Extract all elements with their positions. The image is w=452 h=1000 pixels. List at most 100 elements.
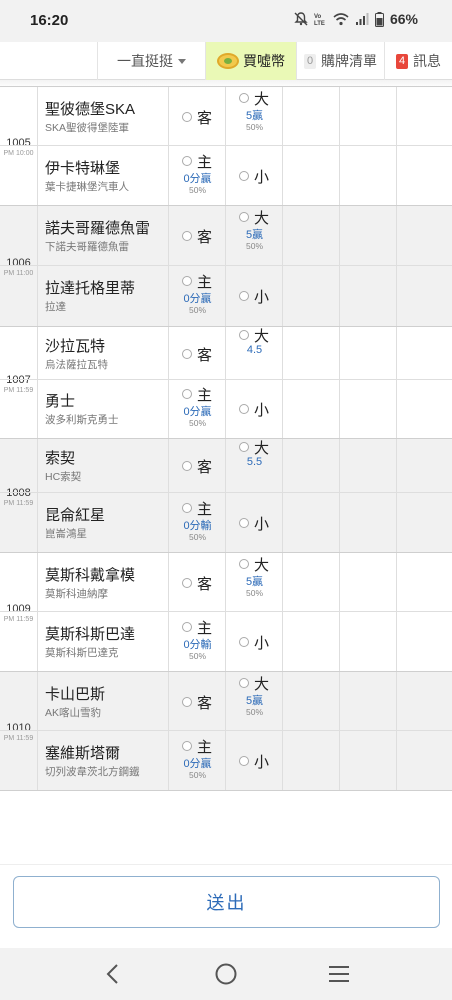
- over-odds: 5贏: [245, 109, 264, 122]
- under-radio[interactable]: [239, 755, 249, 766]
- away-side-radio[interactable]: [182, 577, 192, 588]
- home-side-radio[interactable]: [182, 155, 192, 166]
- over-option[interactable]: 大 4.5: [225, 327, 282, 379]
- home-team-name: 拉達托格里蒂: [45, 280, 136, 297]
- handicap-odds: 0分贏: [183, 757, 212, 770]
- away-team-name: 索契: [45, 450, 76, 467]
- over-radio[interactable]: [239, 677, 249, 688]
- home-side-option[interactable]: 主 0分贏 50%: [168, 266, 225, 326]
- top-tab-bar: 一直挺挺 買噓幣 0 購牌清單 4 訊息: [0, 42, 452, 80]
- messages-tab[interactable]: 4 訊息: [384, 42, 452, 80]
- away-side-radio[interactable]: [182, 696, 192, 707]
- under-radio[interactable]: [239, 170, 249, 181]
- over-percent: 50%: [245, 121, 263, 132]
- handicap-percent: 50%: [188, 769, 206, 780]
- away-side-option[interactable]: 客: [168, 672, 225, 730]
- away-side-radio[interactable]: [182, 461, 192, 471]
- handicap-odds: 0分輸: [183, 638, 212, 651]
- away-side-option[interactable]: 客: [168, 439, 225, 492]
- under-option[interactable]: 小: [225, 380, 282, 438]
- empty-cell: [282, 553, 339, 611]
- empty-cell: [339, 672, 396, 730]
- away-side-option[interactable]: 客: [168, 87, 225, 145]
- home-team-name: 勇士: [45, 393, 76, 410]
- over-radio[interactable]: [239, 329, 249, 340]
- home-team-name: 伊卡特琳堡: [45, 159, 121, 177]
- side-label: 客: [197, 575, 213, 593]
- empty-cell: [339, 380, 396, 438]
- empty-cell: [339, 327, 396, 379]
- over-radio[interactable]: [239, 442, 249, 452]
- handicap-odds: 0分輸: [183, 519, 212, 532]
- team-cell: 諾夫哥羅德魚雷 下諾夫哥羅德魚雷: [37, 206, 168, 265]
- home-side-option[interactable]: 主 0分輸 50%: [168, 493, 225, 552]
- caret-down-icon: [178, 58, 186, 64]
- home-side-radio[interactable]: [182, 389, 192, 399]
- under-label: 小: [254, 634, 270, 652]
- empty-cell: [282, 672, 339, 730]
- empty-cell: [396, 612, 452, 671]
- empty-cell: [282, 146, 339, 205]
- side-label: 主: [197, 500, 213, 518]
- away-team-subname: AK喀山雪豹: [45, 706, 102, 719]
- away-side-option[interactable]: 客: [168, 206, 225, 265]
- under-radio[interactable]: [239, 517, 249, 528]
- under-label: 小: [254, 753, 270, 771]
- home-side-radio[interactable]: [182, 621, 192, 632]
- submit-button[interactable]: 送出: [13, 876, 440, 928]
- home-icon[interactable]: [214, 962, 238, 986]
- under-option[interactable]: 小: [225, 612, 282, 671]
- wifi-icon: [333, 13, 349, 26]
- away-side-option[interactable]: 客: [168, 553, 225, 611]
- away-side-radio[interactable]: [182, 231, 192, 241]
- under-radio[interactable]: [239, 291, 249, 301]
- over-radio[interactable]: [239, 558, 249, 569]
- empty-cell: [396, 439, 452, 492]
- signal-icon: [355, 13, 369, 25]
- empty-cell: [339, 146, 396, 205]
- back-icon[interactable]: [101, 962, 125, 986]
- handicap-percent: 50%: [188, 305, 206, 315]
- over-option[interactable]: 大 5.5: [225, 439, 282, 492]
- over-radio[interactable]: [239, 212, 249, 222]
- home-side-option[interactable]: 主 0分贏 50%: [168, 146, 225, 205]
- home-team-subname: 拉達: [45, 301, 66, 313]
- home-side-radio[interactable]: [182, 740, 192, 751]
- home-side-radio[interactable]: [182, 502, 192, 513]
- under-radio[interactable]: [239, 404, 249, 414]
- side-label: 主: [197, 153, 213, 171]
- bet-list-label: 購牌清單: [321, 53, 377, 69]
- empty-cell: [396, 493, 452, 552]
- home-side-option[interactable]: 主 0分贏 50%: [168, 731, 225, 790]
- over-option[interactable]: 大 5贏 50%: [225, 672, 282, 730]
- over-option[interactable]: 大 5贏 50%: [225, 553, 282, 611]
- under-option[interactable]: 小: [225, 146, 282, 205]
- handicap-percent: 50%: [188, 531, 206, 542]
- battery-level: 66%: [389, 11, 418, 27]
- away-side-radio[interactable]: [182, 111, 192, 122]
- team-cell: 卡山巴斯 AK喀山雪豹: [37, 672, 168, 730]
- menu-icon[interactable]: [327, 962, 351, 986]
- home-side-option[interactable]: 主 0分輸 50%: [168, 612, 225, 671]
- under-option[interactable]: 小: [225, 493, 282, 552]
- home-side-radio[interactable]: [182, 276, 192, 286]
- under-option[interactable]: 小: [225, 731, 282, 790]
- filter-dropdown[interactable]: 一直挺挺: [97, 42, 205, 80]
- away-side-option[interactable]: 客: [168, 327, 225, 379]
- bet-list-count-badge: 0: [304, 53, 316, 69]
- under-option[interactable]: 小: [225, 266, 282, 326]
- under-radio[interactable]: [239, 636, 249, 647]
- away-team-name: 諾夫哥羅德魚雷: [45, 220, 151, 237]
- side-label: 客: [197, 229, 213, 246]
- empty-cell: [396, 146, 452, 205]
- side-label: 主: [197, 274, 213, 291]
- home-side-option[interactable]: 主 0分贏 50%: [168, 380, 225, 438]
- away-team-subname: HC索契: [45, 471, 82, 483]
- over-radio[interactable]: [239, 92, 249, 103]
- home-team-name: 昆侖紅星: [45, 506, 106, 524]
- over-option[interactable]: 大 5贏 50%: [225, 206, 282, 265]
- over-option[interactable]: 大 5贏 50%: [225, 87, 282, 145]
- away-side-radio[interactable]: [182, 348, 192, 359]
- buy-coin-tab[interactable]: 買噓幣: [205, 42, 296, 80]
- bet-list-tab[interactable]: 0 購牌清單: [296, 42, 384, 80]
